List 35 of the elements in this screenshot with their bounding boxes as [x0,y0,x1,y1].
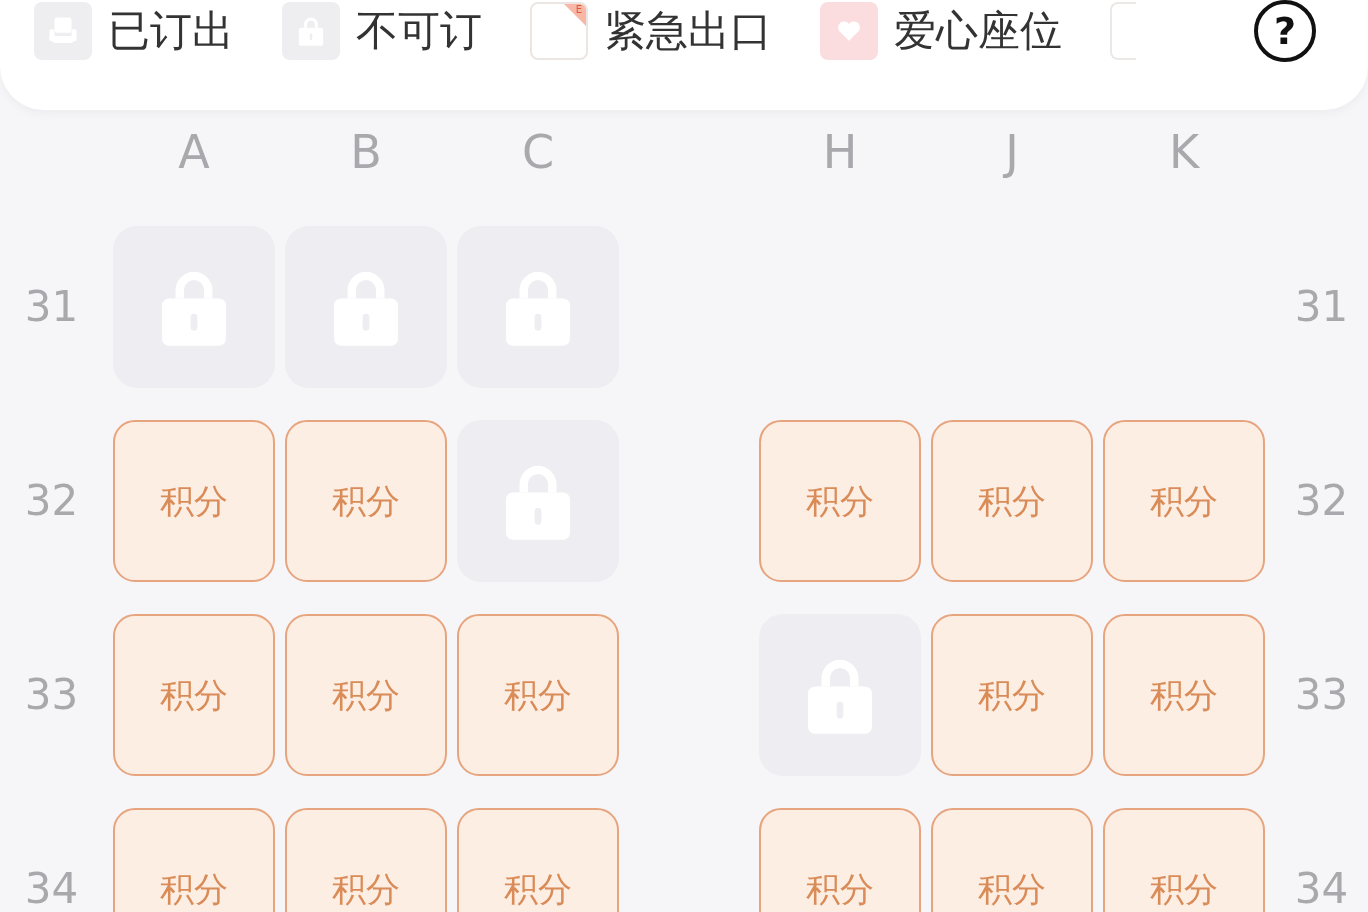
points-seat[interactable]: 积分 [1103,420,1265,582]
row-number: 33 [24,674,79,716]
help-button[interactable]: ? [1254,0,1316,62]
points-seat[interactable]: 积分 [113,420,275,582]
legend-label: 爱心座位 [894,5,1062,57]
row-number: 32 [24,480,79,522]
points-seat[interactable]: 积分 [931,614,1093,776]
points-seat[interactable]: 积分 [457,808,619,912]
points-seat[interactable]: 积分 [285,808,447,912]
column-letter: H [822,129,858,175]
points-seat[interactable]: 积分 [1103,614,1265,776]
points-seat[interactable]: 积分 [457,614,619,776]
legend-label: 已订出 [108,5,234,57]
column-letter: A [178,129,210,175]
row-number: 33 [1294,674,1349,716]
row-number: 34 [1294,868,1349,910]
column-letter: K [1168,129,1200,175]
points-seat[interactable]: 积分 [759,808,921,912]
points-seat[interactable]: 积分 [113,614,275,776]
points-seat[interactable]: 积分 [113,808,275,912]
points-seat[interactable]: 积分 [931,420,1093,582]
legend-label: 不可订 [356,5,482,57]
column-letter: C [521,129,555,175]
points-seat[interactable]: 积分 [285,420,447,582]
points-seat[interactable]: 积分 [285,614,447,776]
column-letter: B [350,129,382,175]
row-number: 34 [24,868,79,910]
legend-label: 紧急出口 [604,5,772,57]
row-number: 32 [1294,480,1349,522]
row-number: 31 [1294,286,1349,328]
points-seat[interactable]: 积分 [1103,808,1265,912]
points-seat[interactable]: 积分 [759,420,921,582]
points-seat[interactable]: 积分 [931,808,1093,912]
row-number: 31 [24,286,79,328]
exit-letter: E [575,4,582,16]
